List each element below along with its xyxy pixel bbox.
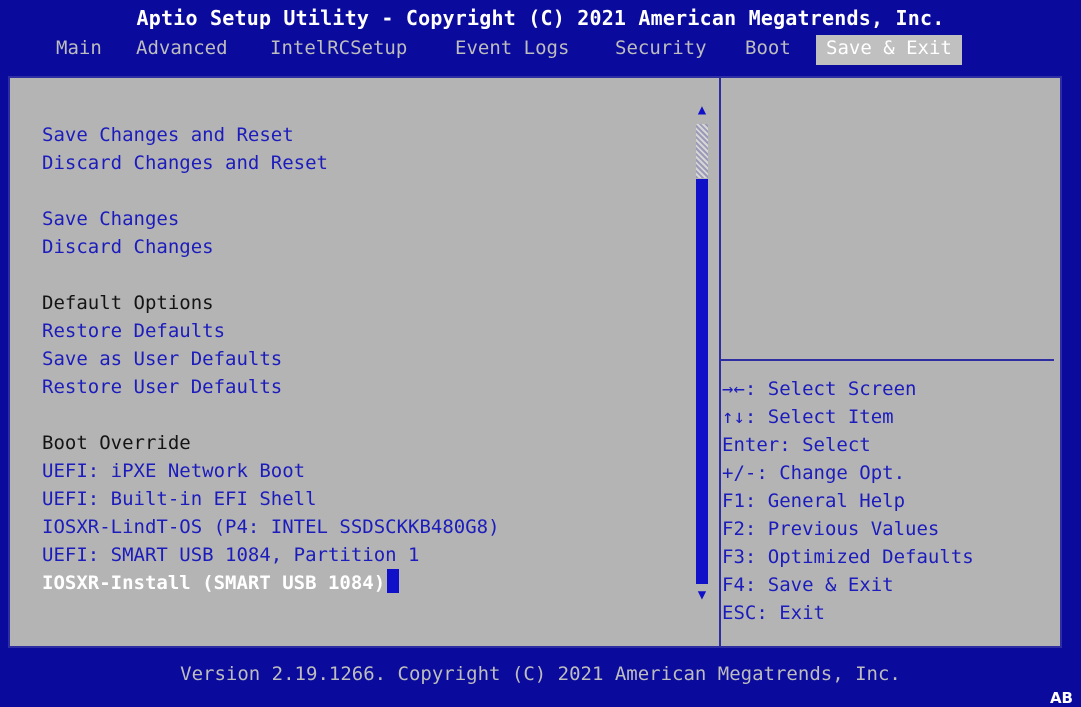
help-change-opt: +/-: Change Opt. [722,462,906,484]
restore-user-defaults-item[interactable]: Restore User Defaults [42,373,500,401]
boot-override-heading: Boot Override [42,432,191,454]
tab-advanced[interactable]: Advanced [136,35,228,61]
boot-option-efi-shell[interactable]: UEFI: Built-in EFI Shell [42,485,500,513]
scroll-up-arrow-icon[interactable]: ▲ [693,101,711,119]
help-select-screen: →←: Select Screen [722,378,917,400]
key-help-panel: →←: Select Screen ↑↓: Select Item Enter:… [722,375,974,627]
discard-changes-item[interactable]: Discard Changes [42,233,500,261]
default-options-heading: Default Options [42,292,214,314]
version-footer: Version 2.19.1266. Copyright (C) 2021 Am… [180,663,901,685]
boot-option-ipxe-network[interactable]: UEFI: iPXE Network Boot [42,457,500,485]
help-divider [721,359,1054,361]
text-cursor [387,569,400,593]
help-general-help: F1: General Help [722,490,906,512]
discard-changes-and-reset-item[interactable]: Discard Changes and Reset [42,149,500,177]
help-optimized-defaults: F3: Optimized Defaults [722,546,974,568]
panel-vertical-divider [719,78,721,646]
corner-badge: AB [1049,689,1073,707]
tab-bar: Main Advanced IntelRCSetup Event Logs Se… [0,35,1081,65]
save-changes-item[interactable]: Save Changes [42,205,500,233]
tab-boot[interactable]: Boot [745,35,791,61]
title-bar: Aptio Setup Utility - Copyright (C) 2021… [136,6,945,30]
boot-option-smart-usb-partition[interactable]: UEFI: SMART USB 1084, Partition 1 [42,541,500,569]
main-panel: Save Changes and Reset Discard Changes a… [8,76,1062,648]
tab-event-logs[interactable]: Event Logs [455,35,569,61]
help-enter-select: Enter: Select [722,434,871,456]
selected-item-label: IOSXR-Install (SMART USB 1084) [42,572,386,594]
tab-security[interactable]: Security [615,35,707,61]
scroll-down-arrow-icon[interactable]: ▼ [693,586,711,604]
help-select-item: ↑↓: Select Item [722,406,894,428]
scrollbar-track[interactable] [696,124,708,178]
boot-option-iosxr-lindt-os[interactable]: IOSXR-LindT-OS (P4: INTEL SSDSCKKB480G8) [42,513,500,541]
restore-defaults-item[interactable]: Restore Defaults [42,317,500,345]
tab-save-and-exit[interactable]: Save & Exit [816,35,962,65]
tab-intelrcsetup[interactable]: IntelRCSetup [270,35,407,61]
help-esc-exit: ESC: Exit [722,602,825,624]
help-save-and-exit: F4: Save & Exit [722,574,894,596]
scrollbar-thumb[interactable] [696,179,708,584]
save-changes-and-reset-item[interactable]: Save Changes and Reset [42,121,500,149]
save-as-user-defaults-item[interactable]: Save as User Defaults [42,345,500,373]
save-exit-menu: Save Changes and Reset Discard Changes a… [42,121,500,597]
tab-main[interactable]: Main [56,35,102,61]
help-previous-values: F2: Previous Values [722,518,940,540]
boot-option-iosxr-install-selected[interactable]: IOSXR-Install (SMART USB 1084) [42,569,500,597]
